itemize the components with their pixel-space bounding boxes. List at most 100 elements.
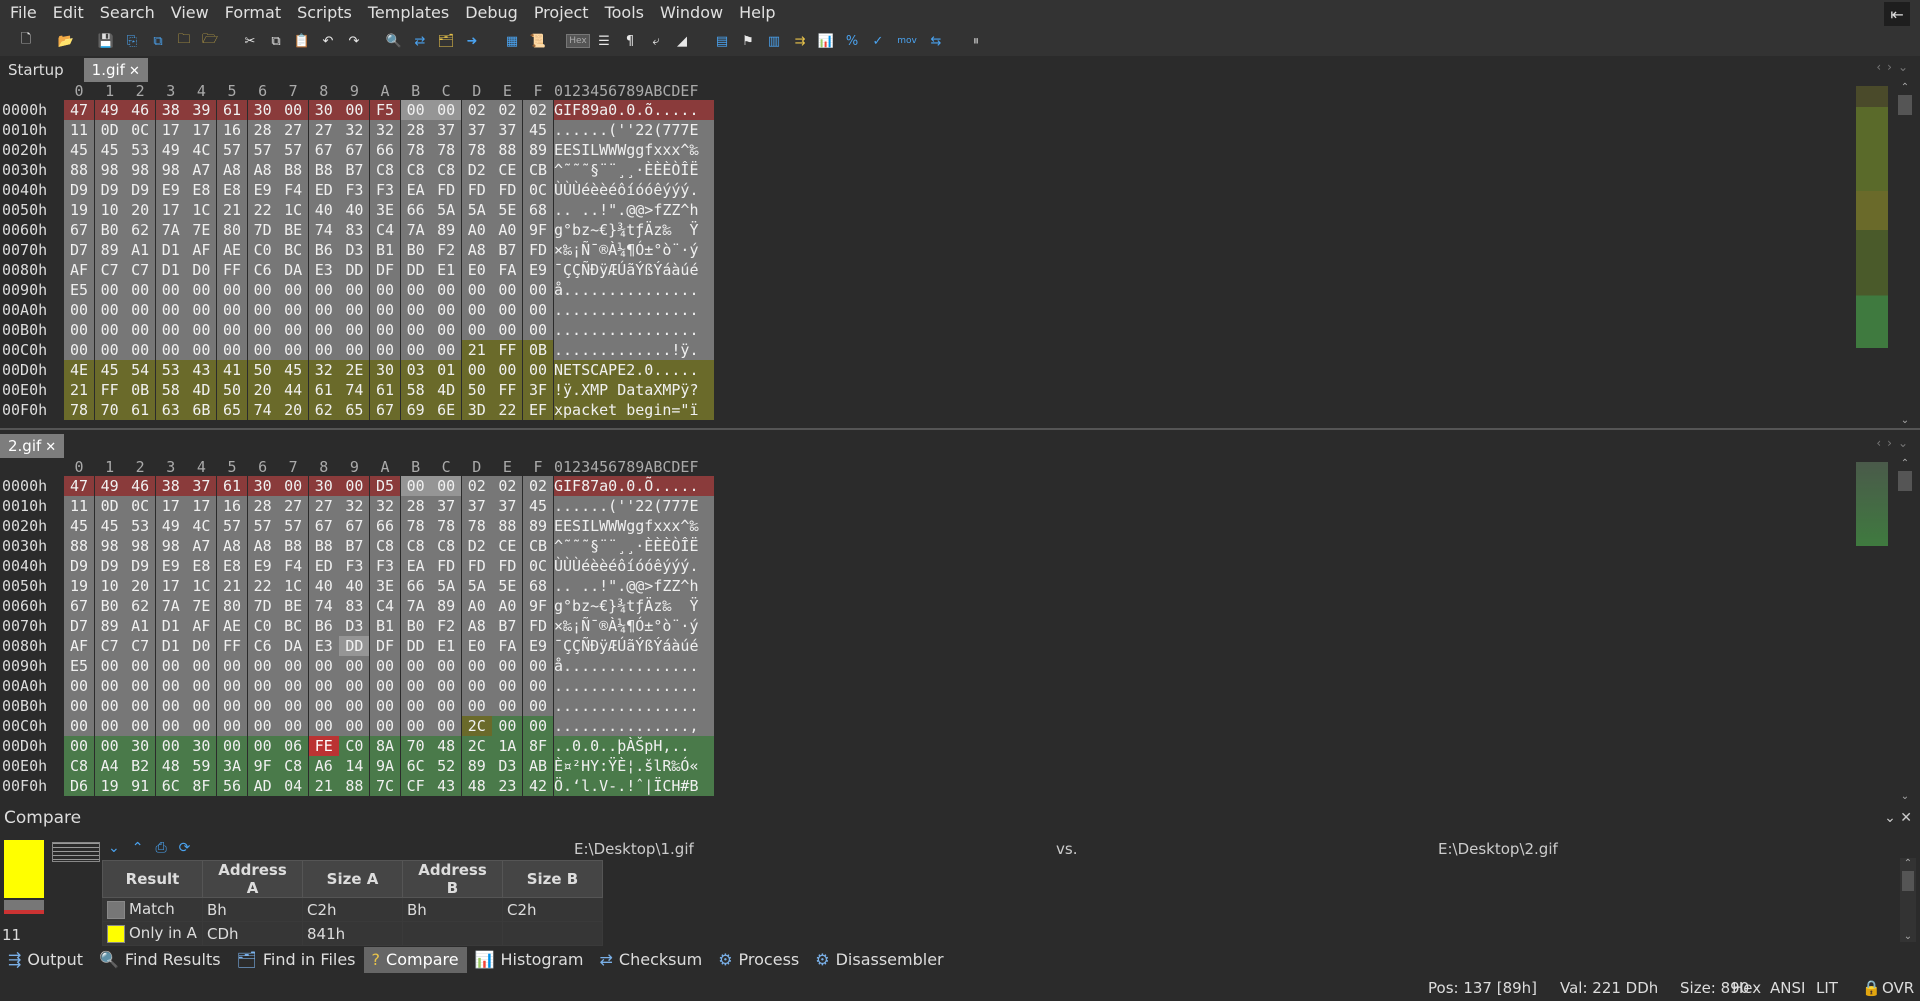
hex-byte[interactable]: DF (370, 636, 400, 656)
columns-icon[interactable]: ▥ (764, 31, 784, 51)
hex-byte[interactable]: 5A (431, 576, 462, 596)
save-icon[interactable]: 💾 (96, 31, 116, 51)
tab-checksum[interactable]: ⇄ Checksum (592, 947, 711, 973)
compare-icon[interactable]: ⇆ (926, 31, 946, 51)
hex-byte[interactable]: ED (308, 180, 339, 200)
hex-byte[interactable]: B1 (370, 616, 400, 636)
hex-byte[interactable]: C8 (370, 536, 400, 556)
hex-byte[interactable]: 41 (217, 360, 247, 380)
ascii-text[interactable]: GIF87a0.0.Õ..... (554, 476, 714, 496)
hex-byte[interactable]: F3 (370, 180, 400, 200)
hex-byte[interactable]: 00 (400, 320, 431, 340)
hex-byte[interactable]: 91 (125, 776, 156, 796)
ascii-text[interactable]: GIF89a0.0.õ..... (554, 100, 714, 120)
hex-byte[interactable]: 00 (94, 300, 125, 320)
hex-byte[interactable]: 3E (370, 576, 400, 596)
hex-byte[interactable]: 9A (370, 756, 400, 776)
hex-byte[interactable]: 00 (155, 280, 186, 300)
hex-byte[interactable]: C8 (370, 160, 400, 180)
hex-byte[interactable]: 61 (125, 400, 156, 420)
hex-byte[interactable]: 21 (461, 340, 492, 360)
mov-icon[interactable]: mov (894, 31, 920, 51)
hex-byte[interactable]: 00 (370, 716, 400, 736)
hex-byte[interactable]: D1 (155, 240, 186, 260)
hex-byte[interactable]: 02 (492, 100, 523, 120)
paste-icon[interactable]: 📋 (292, 31, 312, 51)
hex-byte[interactable]: 1C (278, 200, 309, 220)
hex-byte[interactable]: C0 (247, 616, 278, 636)
ascii-text[interactable]: .............!ÿ. (554, 340, 714, 360)
hex-byte[interactable]: FD (431, 180, 462, 200)
hex-byte[interactable]: 8F (186, 776, 217, 796)
hex-byte[interactable]: A0 (461, 596, 492, 616)
hex-byte[interactable]: AD (247, 776, 278, 796)
hex-byte[interactable]: 00 (400, 476, 431, 496)
hex-byte[interactable]: 00 (492, 280, 523, 300)
hex-byte[interactable]: F2 (431, 616, 462, 636)
hex-byte[interactable]: 3E (370, 200, 400, 220)
column-header-address-a[interactable]: Address A (202, 860, 303, 898)
hex-byte[interactable]: 32 (308, 360, 339, 380)
hex-byte[interactable]: 00 (247, 716, 278, 736)
hex-byte[interactable]: 45 (278, 360, 309, 380)
hex-byte[interactable]: 00 (125, 676, 156, 696)
hex-byte[interactable]: EA (400, 556, 431, 576)
hex-byte[interactable]: AE (217, 616, 247, 636)
hex-byte[interactable]: 43 (186, 360, 217, 380)
hex-byte[interactable]: 38 (155, 476, 186, 496)
hex-byte[interactable]: 28 (400, 120, 431, 140)
highlight-icon[interactable]: ◢ (672, 31, 692, 51)
hex-byte[interactable]: D5 (370, 476, 400, 496)
calculator-icon[interactable]: ▤ (712, 31, 732, 51)
hex-byte[interactable]: 89 (94, 616, 125, 636)
hex-byte[interactable]: 57 (217, 516, 247, 536)
hex-byte[interactable]: DD (339, 636, 370, 656)
hex-byte[interactable]: 00 (523, 300, 553, 320)
open-file-icon[interactable]: 📂 (56, 31, 76, 51)
hex-byte[interactable]: A8 (247, 160, 278, 180)
hex-byte[interactable]: 00 (94, 280, 125, 300)
hex-byte[interactable]: B6 (308, 616, 339, 636)
tab-1-gif[interactable]: 1.gif ✕ (83, 58, 148, 82)
hex-byte[interactable]: 00 (186, 716, 217, 736)
menu-help[interactable]: Help (731, 0, 783, 26)
hex-byte[interactable]: 00 (64, 340, 94, 360)
hex-byte[interactable]: 00 (431, 716, 462, 736)
hex-byte[interactable]: 98 (155, 536, 186, 556)
hex-byte[interactable]: 03 (400, 360, 431, 380)
hex-byte[interactable]: D9 (64, 556, 94, 576)
hex-byte[interactable]: 0D (94, 120, 125, 140)
hex-byte[interactable]: 89 (431, 220, 462, 240)
hex-byte[interactable]: 00 (339, 656, 370, 676)
hex-byte[interactable]: 00 (339, 300, 370, 320)
hex-byte[interactable]: 40 (308, 576, 339, 596)
hex-byte[interactable]: E9 (247, 556, 278, 576)
hex-byte[interactable]: 7D (247, 220, 278, 240)
hex-byte[interactable]: C8 (400, 160, 431, 180)
compare-scrollbar[interactable]: ⌃ ⌄ (1900, 858, 1916, 942)
hex-byte[interactable]: 00 (217, 736, 247, 756)
hex-byte[interactable]: 23 (492, 776, 523, 796)
hex-byte[interactable]: 00 (339, 696, 370, 716)
menu-project[interactable]: Project (526, 0, 597, 26)
hex-byte[interactable]: A7 (186, 536, 217, 556)
column-header-result[interactable]: Result (102, 860, 203, 898)
hex-byte[interactable]: 62 (308, 400, 339, 420)
hex-byte[interactable]: 53 (155, 360, 186, 380)
hex-byte[interactable]: E9 (247, 180, 278, 200)
hex-byte[interactable]: 69 (400, 400, 431, 420)
hex-byte[interactable]: 2E (339, 360, 370, 380)
column-header-address-b[interactable]: Address B (402, 860, 503, 898)
hex-byte[interactable]: 7A (155, 596, 186, 616)
hex-byte[interactable]: 56 (217, 776, 247, 796)
hex-byte[interactable]: 6C (400, 756, 431, 776)
hex-byte[interactable]: 00 (94, 736, 125, 756)
hex-byte[interactable]: E9 (155, 556, 186, 576)
close-icon[interactable]: ✕ (45, 440, 56, 455)
hex-byte[interactable]: 00 (278, 340, 309, 360)
hex-byte[interactable]: 83 (339, 596, 370, 616)
hex-byte[interactable]: E8 (217, 180, 247, 200)
hex-byte[interactable]: 49 (155, 140, 186, 160)
hex-byte[interactable]: 57 (247, 140, 278, 160)
hex-byte[interactable]: 74 (339, 380, 370, 400)
